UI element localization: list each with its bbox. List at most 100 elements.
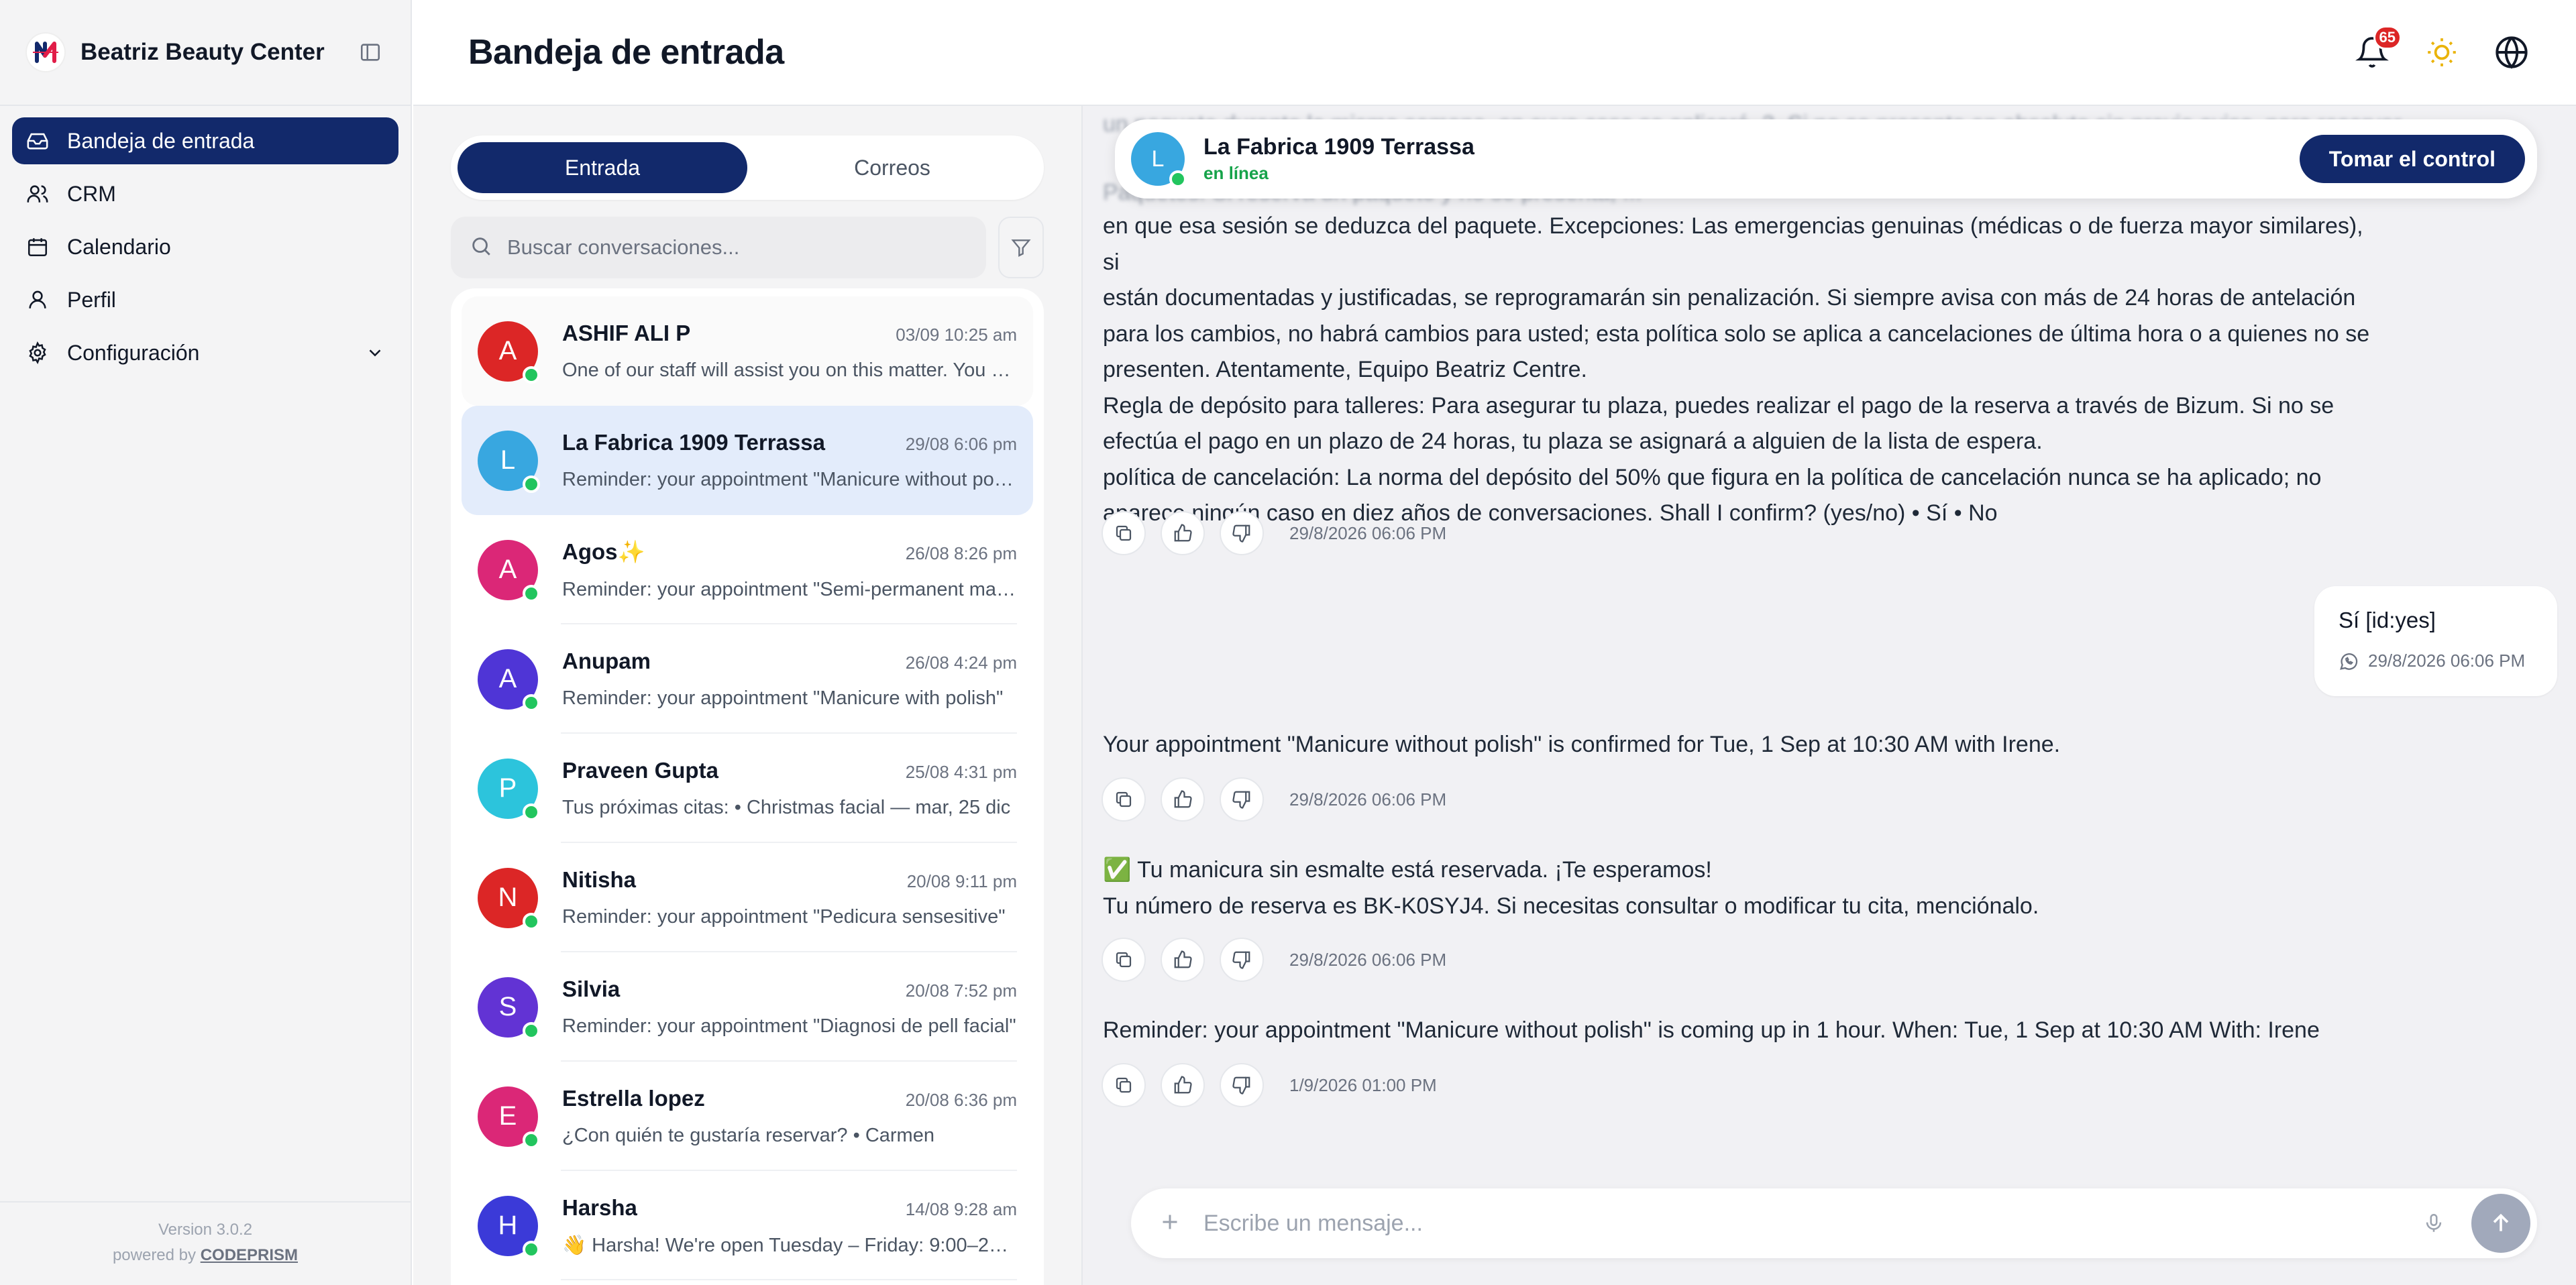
codeprism-link[interactable]: CODEPRISM <box>201 1246 298 1264</box>
brand-logo <box>27 34 64 71</box>
conversation-item[interactable]: A ASHIF ALI P 03/09 10:25 am One of our st… <box>462 296 1033 406</box>
contact-status: en línea <box>1203 163 1269 183</box>
nav-item-calendar[interactable]: Calendario <box>12 223 398 270</box>
thumbs-up-icon[interactable] <box>1161 1063 1205 1107</box>
message-line: política de cancelación: La norma del de… <box>1103 464 2322 490</box>
message-actions: 1/9/2026 01:00 PM <box>1102 1063 1437 1107</box>
online-indicator <box>523 1021 540 1040</box>
sun-icon[interactable] <box>2423 34 2461 71</box>
sidebar-toggle-icon[interactable] <box>357 39 384 66</box>
conversation-name: Harsha <box>562 1194 637 1220</box>
message-input[interactable] <box>1203 1210 2415 1237</box>
thumbs-up-icon[interactable] <box>1161 938 1205 982</box>
copy-icon[interactable] <box>1102 777 1146 822</box>
conversation-item[interactable]: E Estrella lopez 20/08 6:36 pm ¿Con quién … <box>462 1062 1033 1171</box>
copy-icon[interactable] <box>1102 511 1146 555</box>
users-icon <box>25 182 50 206</box>
nav-item-crm[interactable]: CRM <box>12 170 398 217</box>
contact-name: La Fabrica 1909 Terrassa <box>1203 134 1474 160</box>
message-line: para los cambios, no habrá cambios para … <box>1103 321 2370 347</box>
chat-panel: un paquete durante la misma semana, en c… <box>1081 106 2576 1285</box>
powered-by: powered by CODEPRISM <box>0 1243 411 1268</box>
plus-icon[interactable] <box>1158 1210 1182 1237</box>
message-line: Regla de depósito para talleres: Para as… <box>1103 392 2334 418</box>
outgoing-message: Sí [id:yes] 29/8/2026 06:06 PM <box>2314 586 2557 696</box>
conversation-preview: Reminder: your appointment "Diagnosi de … <box>562 1015 1016 1037</box>
online-indicator <box>523 693 540 712</box>
message-timestamp: 1/9/2026 01:00 PM <box>1289 1074 1437 1095</box>
incoming-message: en que esa sesión se deduzca del paquete… <box>1103 209 2377 532</box>
online-indicator <box>523 1240 540 1258</box>
chat-header: L La Fabrica 1909 Terrassa en línea Toma… <box>1115 119 2537 199</box>
header-actions: 65 <box>2353 25 2530 71</box>
conversation-name: Estrella lopez <box>562 1086 705 1111</box>
bell-icon[interactable]: 65 <box>2353 25 2402 71</box>
conversation-item[interactable]: N Nitisha 20/08 9:11 pm Reminder: your app… <box>462 843 1033 952</box>
conversation-preview: Reminder: your appointment "Pedicura sen… <box>562 906 1006 928</box>
avatar: A <box>478 321 540 384</box>
conversation-item[interactable]: A Anupam 26/08 4:24 pm Reminder: your appo… <box>462 624 1033 734</box>
message-composer <box>1131 1188 2537 1258</box>
conversation-name: La Fabrica 1909 Terrassa <box>562 430 825 455</box>
conversation-time: 29/08 6:06 pm <box>905 434 1017 454</box>
tab-entrada[interactable]: Entrada <box>458 142 747 193</box>
user-icon <box>25 288 50 312</box>
avatar: H <box>478 1195 540 1258</box>
conversation-item[interactable]: S Silvia 20/08 7:52 pm Reminder: your appo… <box>462 952 1033 1062</box>
powered-prefix: powered by <box>112 1246 197 1264</box>
avatar: A <box>478 649 540 712</box>
conversation-name: Agos✨ <box>562 539 645 564</box>
search-input[interactable] <box>507 235 967 260</box>
nav-item-inbox[interactable]: Bandeja de entrada <box>12 117 398 164</box>
conversation-item[interactable]: L La Fabrica 1909 Terrassa 29/08 6:06 pm R… <box>462 406 1033 515</box>
copy-icon[interactable] <box>1102 938 1146 982</box>
conversation-item[interactable]: P Praveen Gupta 25/08 4:31 pm Tus próximas… <box>462 734 1033 843</box>
thumbs-up-icon[interactable] <box>1161 511 1205 555</box>
avatar: P <box>478 758 540 821</box>
take-control-button[interactable]: Tomar el control <box>2299 135 2525 183</box>
thumbs-down-icon[interactable] <box>1220 511 1264 555</box>
page-title: Bandeja de entrada <box>468 33 784 72</box>
search-icon <box>470 235 492 261</box>
notification-badge: 65 <box>2373 25 2402 50</box>
conversation-name: Praveen Gupta <box>562 758 718 783</box>
incoming-message: Reminder: your appointment "Manicure wit… <box>1103 1013 2377 1049</box>
online-indicator <box>523 1131 540 1149</box>
conversation-item[interactable]: H Harsha 14/08 9:28 am 👋 Harsha! We're ope… <box>462 1171 1033 1280</box>
online-indicator <box>1169 170 1187 188</box>
conversation-time: 25/08 4:31 pm <box>905 762 1017 782</box>
thumbs-up-icon[interactable] <box>1161 777 1205 822</box>
nav-label: Bandeja de entrada <box>67 128 255 153</box>
thumbs-down-icon[interactable] <box>1220 938 1264 982</box>
nav-label: Perfil <box>67 287 116 312</box>
conversation-name: Nitisha <box>562 867 637 892</box>
send-button[interactable] <box>2471 1194 2530 1253</box>
filter-icon[interactable] <box>998 217 1044 278</box>
whatsapp-icon <box>2340 653 2358 670</box>
conversation-list: A ASHIF ALI P 03/09 10:25 am One of our st… <box>451 288 1044 1285</box>
globe-icon[interactable] <box>2493 34 2530 71</box>
microphone-icon[interactable] <box>2415 1205 2453 1242</box>
incoming-message: Your appointment "Manicure without polis… <box>1103 727 2377 763</box>
conversation-item[interactable]: A Agos✨ 26/08 8:26 pm Reminder: your appoi… <box>462 515 1033 624</box>
arrow-up-icon <box>2493 1213 2509 1231</box>
copy-icon[interactable] <box>1102 1063 1146 1107</box>
conversation-preview: 👋 Harsha! We're open Tuesday – Friday: 9… <box>562 1234 1017 1256</box>
thumbs-down-icon[interactable] <box>1220 777 1264 822</box>
nav-item-profile[interactable]: Perfil <box>12 276 398 323</box>
chevron-down-icon <box>365 343 385 363</box>
conversation-time: 20/08 7:52 pm <box>905 981 1017 1001</box>
conversation-time: 26/08 4:24 pm <box>905 653 1017 673</box>
nav-label: Configuración <box>67 340 200 365</box>
avatar: E <box>478 1086 540 1149</box>
conversation-preview: Reminder: your appointment "Manicure wit… <box>562 469 1017 490</box>
nav-item-settings[interactable]: Configuración <box>12 329 398 376</box>
tab-correos[interactable]: Correos <box>747 142 1037 193</box>
conversation-panel: Entrada Correos A ASHIF ALI P 03/09 10:25… <box>413 106 1081 1285</box>
top-header: Bandeja de entrada 65 <box>413 0 2576 106</box>
search-box <box>451 217 986 278</box>
inbox-tabs: Entrada Correos <box>451 135 1044 200</box>
message-line: en que esa sesión se deduzca del paquete… <box>1103 213 2363 275</box>
online-indicator <box>523 803 540 821</box>
thumbs-down-icon[interactable] <box>1220 1063 1264 1107</box>
